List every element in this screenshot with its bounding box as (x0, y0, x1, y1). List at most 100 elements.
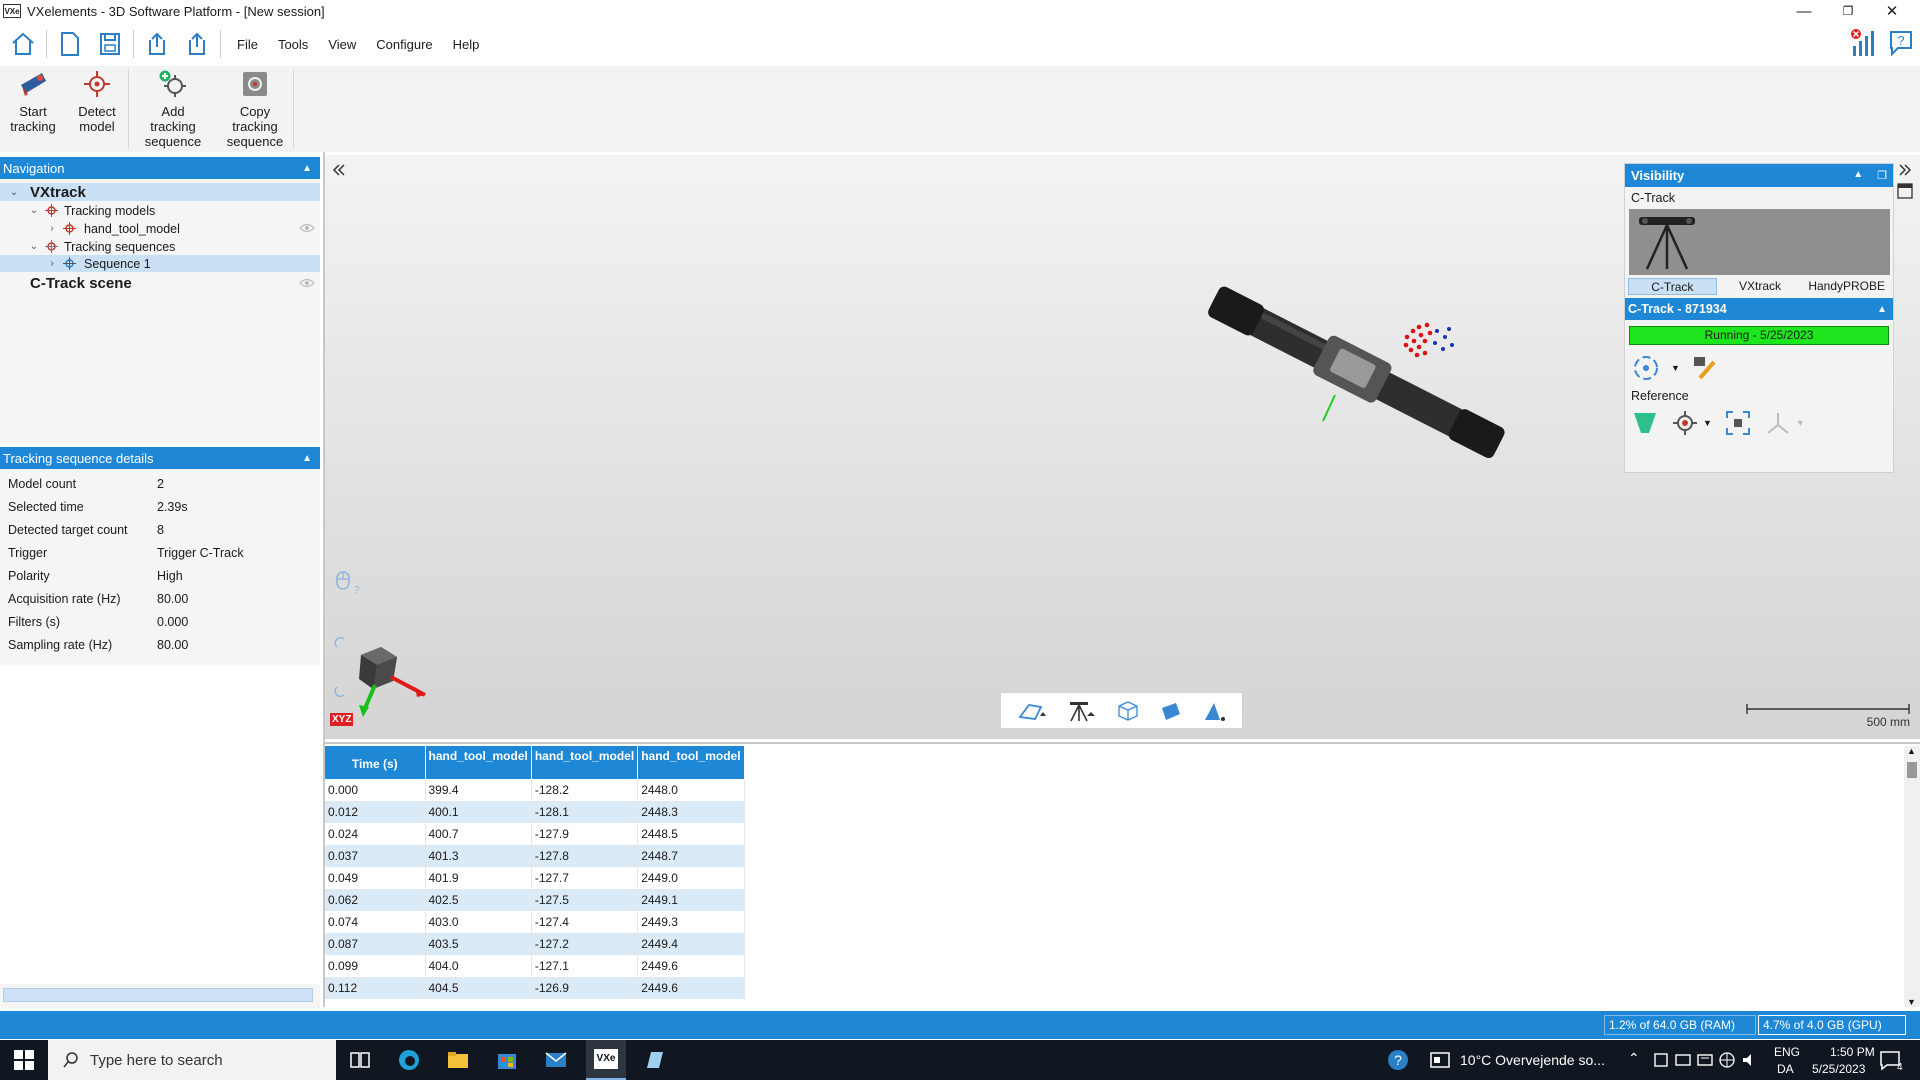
tab-c-track[interactable]: C-Track (1628, 278, 1717, 295)
tree-item-tracking-models[interactable]: ⌄ Tracking models (0, 202, 320, 219)
mail-icon[interactable] (544, 1048, 568, 1072)
tree-item-c-track-scene[interactable]: C-Track scene (0, 273, 320, 293)
volume-icon[interactable] (1740, 1048, 1758, 1072)
network-icon[interactable] (1718, 1048, 1736, 1072)
copy-tracking-sequence-button[interactable]: Copy tracking sequence (217, 66, 293, 152)
expand-right-icon[interactable] (1898, 163, 1912, 177)
table-row[interactable]: 0.099 404.0 -127.1 2449.6 (325, 955, 745, 977)
chevron-right-icon[interactable]: › (47, 223, 57, 234)
tray-device-icon[interactable] (1696, 1048, 1714, 1072)
positioning-mode-icon[interactable] (1631, 354, 1661, 382)
chevron-down-icon[interactable]: ▼ (1671, 363, 1680, 373)
keyboard-language[interactable]: ENG (1774, 1045, 1800, 1059)
axis-system-icon[interactable] (1764, 409, 1792, 437)
table-row[interactable]: 0.012 400.1 -128.1 2448.3 (325, 801, 745, 823)
taskbar-date[interactable]: 5/25/2023 (1812, 1062, 1865, 1076)
signal-status-icon[interactable] (1850, 28, 1876, 58)
chevron-down-icon[interactable]: ⌄ (29, 205, 39, 216)
chevron-down-icon[interactable]: ▼ (1703, 418, 1712, 428)
keyboard-layout[interactable]: DA (1777, 1062, 1794, 1076)
close-button[interactable]: ✕ (1870, 0, 1914, 22)
new-file-button[interactable] (53, 27, 87, 61)
mouse-help-icon[interactable]: ? (334, 569, 360, 595)
taskbar-vxelements-active[interactable]: VXe (586, 1040, 626, 1080)
column-header[interactable]: hand_tool_model (531, 746, 639, 779)
vertical-scrollbar[interactable]: ▲ ▼ (1904, 746, 1920, 1007)
start-tracking-button[interactable]: Start tracking (0, 66, 66, 152)
chevron-right-icon[interactable]: › (47, 258, 57, 269)
windows-start-icon[interactable] (12, 1048, 36, 1072)
taskbar-time[interactable]: 1:50 PM (1830, 1045, 1875, 1059)
tray-device-icon[interactable] (1652, 1048, 1670, 1072)
column-header[interactable]: hand_tool_model (637, 746, 745, 779)
solid-shape-icon[interactable] (1160, 700, 1182, 722)
hand-tool-model[interactable] (1185, 275, 1525, 475)
scroll-down-icon[interactable]: ▼ (1907, 997, 1916, 1007)
export-button[interactable] (180, 27, 214, 61)
tripod-view-icon[interactable] (1067, 699, 1097, 723)
tab-handyprobe[interactable]: HandyPROBE (1803, 278, 1890, 295)
app-icon[interactable] (643, 1048, 667, 1072)
scrollbar-thumb[interactable] (1907, 762, 1917, 778)
table-row[interactable]: 0.074 403.0 -127.4 2449.3 (325, 911, 745, 933)
tab-vxtrack[interactable]: VXtrack (1717, 278, 1804, 295)
reference-target-icon[interactable] (1671, 409, 1699, 437)
detach-window-icon[interactable]: ❐ (1877, 169, 1887, 182)
table-row[interactable]: 0.049 401.9 -127.7 2449.0 (325, 867, 745, 889)
table-row[interactable]: 0.112 404.5 -126.9 2449.6 (325, 977, 745, 999)
menu-configure[interactable]: Configure (366, 37, 442, 52)
navigation-header[interactable]: Navigation ▲ (0, 157, 320, 179)
eye-icon[interactable] (299, 277, 315, 289)
calibration-tool-icon[interactable] (1690, 354, 1720, 382)
help-chat-icon[interactable]: ? (1888, 28, 1914, 58)
scan-view-icon[interactable] (1017, 699, 1047, 723)
chevron-down-icon[interactable]: ▼ (1796, 418, 1805, 428)
tree-item-sequence-1[interactable]: › Sequence 1 (0, 255, 320, 272)
collapse-icon[interactable]: ▲ (1877, 304, 1887, 315)
collapse-left-icon[interactable] (332, 163, 346, 177)
table-row[interactable]: 0.087 403.5 -127.2 2449.4 (325, 933, 745, 955)
collapse-icon[interactable]: ▲ (302, 163, 312, 174)
horizontal-scrollbar[interactable] (3, 988, 313, 1002)
table-row[interactable]: 0.062 402.5 -127.5 2449.1 (325, 889, 745, 911)
import-button[interactable] (140, 27, 174, 61)
help-circle-icon[interactable]: ? (1386, 1048, 1410, 1072)
tree-item-tracking-sequences[interactable]: ⌄ Tracking sequences (0, 238, 320, 255)
tree-root-vxtrack[interactable]: ⌄ VXtrack (0, 183, 320, 201)
file-explorer-icon[interactable] (446, 1048, 470, 1072)
device-header[interactable]: C-Track - 871934 ▲ (1625, 298, 1893, 320)
edge-browser-icon[interactable] (397, 1048, 421, 1072)
microsoft-store-icon[interactable] (495, 1048, 519, 1072)
eye-icon[interactable] (299, 222, 315, 234)
chevron-down-icon[interactable]: ⌄ (9, 187, 19, 198)
table-row[interactable]: 0.037 401.3 -127.8 2448.7 (325, 845, 745, 867)
reference-frame-icon[interactable] (1724, 409, 1752, 437)
add-tracking-sequence-button[interactable]: Add tracking sequence (129, 66, 217, 152)
menu-view[interactable]: View (318, 37, 366, 52)
chevron-down-icon[interactable]: ⌄ (29, 241, 39, 252)
home-button[interactable] (6, 27, 40, 61)
menu-tools[interactable]: Tools (268, 37, 318, 52)
menu-file[interactable]: File (227, 37, 268, 52)
minimize-button[interactable]: — (1782, 0, 1826, 22)
surface-mesh-icon[interactable] (1202, 700, 1226, 722)
chevron-up-icon[interactable]: ⌃ (1628, 1050, 1640, 1067)
visibility-header[interactable]: Visibility ▲ ❐ (1625, 164, 1893, 187)
taskbar-search-box[interactable]: Type here to search (48, 1040, 336, 1080)
table-row[interactable]: 0.000 399.4 -128.2 2448.0 (325, 779, 745, 801)
window-mode-icon[interactable] (1897, 183, 1913, 199)
detect-model-button[interactable]: Detect model (66, 66, 128, 152)
tray-device-icon[interactable] (1674, 1048, 1692, 1072)
weather-text[interactable]: 10°C Overvejende so... (1460, 1052, 1605, 1068)
column-header-time[interactable]: Time (s) (325, 746, 426, 779)
details-header[interactable]: Tracking sequence details ▲ (0, 447, 320, 469)
collapse-icon[interactable]: ▲ (302, 453, 312, 464)
table-row[interactable]: 0.024 400.7 -127.9 2448.5 (325, 823, 745, 845)
column-header[interactable]: hand_tool_model (425, 746, 532, 779)
menu-help[interactable]: Help (443, 37, 490, 52)
save-button[interactable] (93, 27, 127, 61)
restore-button[interactable]: ❐ (1826, 0, 1870, 22)
collapse-icon[interactable]: ▲ (1853, 169, 1863, 182)
scroll-up-icon[interactable]: ▲ (1907, 746, 1916, 756)
orientation-cube[interactable] (329, 633, 429, 719)
